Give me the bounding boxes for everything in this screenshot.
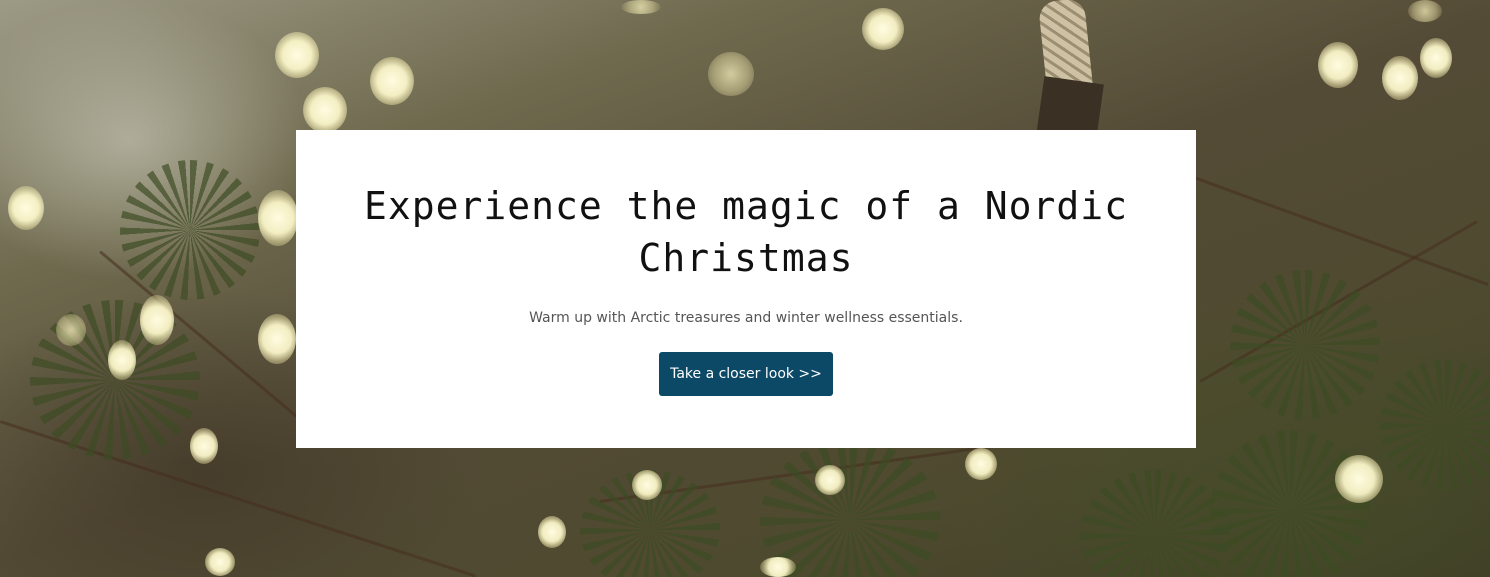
hero-title: Experience the magic of a Nordic Christm… <box>363 184 1129 280</box>
take-a-closer-look-button[interactable]: Take a closer look >> <box>659 352 833 396</box>
hero-subtitle: Warm up with Arctic treasures and winter… <box>529 310 963 326</box>
hero-banner: Experience the magic of a Nordic Christm… <box>0 0 1490 577</box>
hero-card: Experience the magic of a Nordic Christm… <box>296 130 1196 448</box>
